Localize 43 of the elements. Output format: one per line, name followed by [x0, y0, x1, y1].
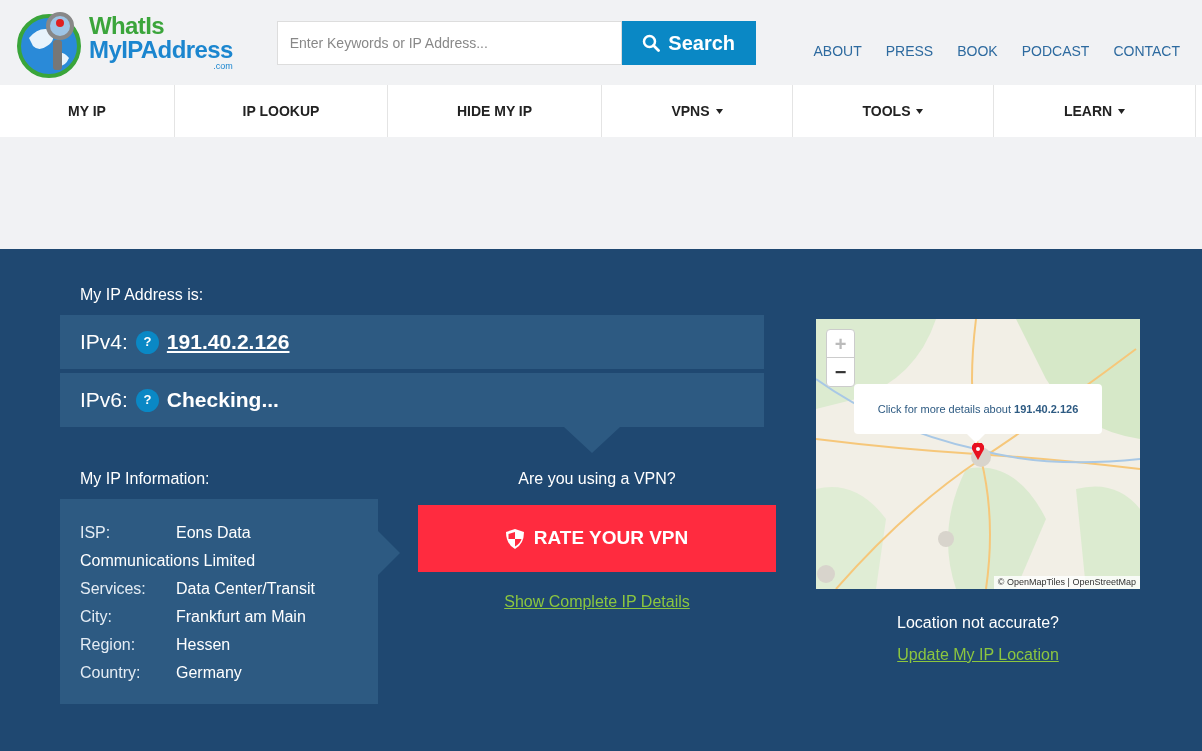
update-location-link[interactable]: Update My IP Location [897, 643, 1059, 667]
ip-status: Checking... [166, 387, 279, 414]
nav-tab[interactable]: MY IP [68, 100, 106, 122]
top-link[interactable]: PODCAST [1021, 41, 1090, 62]
help-badge[interactable]: ? [135, 330, 159, 354]
info-row-text: ISP: Eons Data Communications Limited [80, 523, 257, 571]
map-popup[interactable]: Click for more details about 191.40.2.126 [854, 384, 1102, 434]
caret-icon[interactable] [916, 108, 924, 114]
top-link[interactable]: BOOK [957, 41, 998, 62]
location-question: Location not accurate? [897, 613, 1059, 633]
zoom-out-button[interactable]: − [827, 358, 854, 386]
search-icon [642, 33, 661, 52]
top-link[interactable]: ABOUT [813, 41, 862, 62]
map-pin-icon [972, 443, 984, 460]
info-row-text: Services: Data Center/Transit [80, 579, 316, 599]
rate-vpn-button[interactable]: RATE YOUR VPN [418, 505, 776, 572]
top-link[interactable]: PRESS [885, 41, 934, 62]
logo-suffix: .com [213, 62, 233, 71]
shield-icon [505, 528, 524, 549]
search-field[interactable]: Enter Keywords or IP Address... [276, 20, 622, 65]
caret-icon[interactable] [1118, 108, 1126, 114]
map[interactable]: + − Click for more details about 191.40.2.126 © OpenMapTiles | OpenStreetMap [816, 319, 1140, 589]
info-row-text: Region: Hessen [80, 635, 232, 655]
section-heading: My IP Information: [80, 469, 211, 489]
ip-label: IPv4: [80, 329, 128, 356]
caret-icon[interactable] [715, 108, 723, 114]
info-row-text: Country: Germany [80, 663, 243, 683]
logo-text: WhatIs [89, 14, 166, 38]
nav-tab[interactable]: IP LOOKUP [242, 100, 320, 122]
nav-tab[interactable]: TOOLS [862, 100, 911, 122]
nav-tab[interactable]: HIDE MY IP [456, 100, 533, 122]
ip-label: IPv6: [80, 387, 128, 414]
popup-pointer [966, 433, 986, 443]
section-heading: My IP Address is: [80, 285, 205, 305]
top-link[interactable]: CONTACT [1113, 41, 1180, 62]
ip-address-link[interactable]: 191.40.2.126 [166, 326, 290, 358]
help-badge[interactable]: ? [135, 388, 159, 412]
nav-tab[interactable]: LEARN [1063, 100, 1113, 122]
nav-tab[interactable]: VPNS [671, 100, 710, 122]
vpn-question: Are you using a VPN? [518, 469, 676, 489]
info-row-text: City: Frankfurt am Main [80, 607, 307, 627]
details-link[interactable]: Show Complete IP Details [504, 590, 690, 614]
search-button[interactable]: Search [621, 20, 756, 65]
